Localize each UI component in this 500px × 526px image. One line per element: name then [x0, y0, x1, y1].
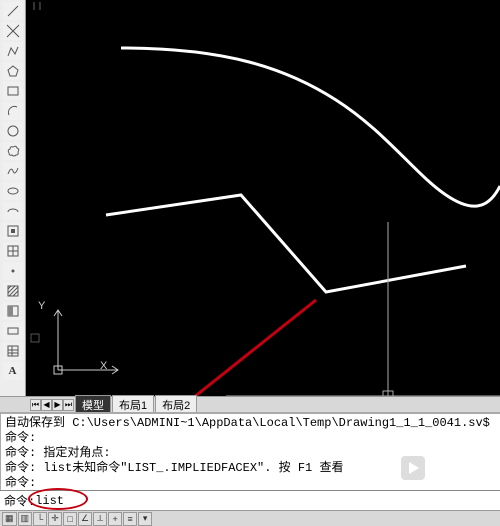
gradient-icon[interactable]	[3, 302, 23, 320]
model-canvas[interactable]: X Y	[26, 0, 500, 396]
tab-last-icon[interactable]: ⏭	[63, 399, 74, 411]
annotation-arrow	[90, 300, 316, 396]
ellipse-arc-icon[interactable]	[3, 202, 23, 220]
status-snap[interactable]: ▦	[2, 512, 17, 526]
construction-line-icon[interactable]	[3, 22, 23, 40]
polyline-1[interactable]	[106, 195, 466, 292]
command-history: 自动保存到 C:\Users\ADMINI~1\AppData\Local\Te…	[0, 412, 500, 490]
status-bar: ▦ ▥ └ ✛ □ ∠ ⟂ + ≡ ▾	[0, 510, 500, 526]
spline-curve-1[interactable]	[121, 48, 500, 206]
status-dyn[interactable]: +	[108, 512, 122, 526]
status-otrack[interactable]: ∠	[78, 512, 92, 526]
cmd-history-line: 自动保存到 C:\Users\ADMINI~1\AppData\Local\Te…	[5, 416, 496, 431]
polygon-icon[interactable]	[3, 62, 23, 80]
status-ducs[interactable]: ⟂	[93, 512, 107, 526]
region-icon[interactable]	[3, 322, 23, 340]
status-polar[interactable]: ✛	[48, 512, 62, 526]
command-prompt: 命令:	[4, 492, 35, 509]
drawing-area: A	[0, 0, 500, 396]
cmd-history-line: 命令:	[5, 431, 496, 446]
status-ortho[interactable]: └	[33, 512, 47, 526]
polyline-icon[interactable]	[3, 42, 23, 60]
text-icon[interactable]: A	[3, 362, 23, 380]
tab-first-icon[interactable]: ⏮	[30, 399, 41, 411]
cmd-history-line: 命令:	[5, 476, 496, 490]
cmd-history-line: 命令: list未知命令"LIST_.IMPLIEDFACEX". 按 F1 查…	[5, 461, 496, 476]
crosshair-cursor	[226, 222, 500, 396]
cmd-history-line: 命令: 指定对角点:	[5, 446, 496, 461]
status-grid[interactable]: ▥	[18, 512, 33, 526]
tab-prev-icon[interactable]: ◀	[41, 399, 52, 411]
rectangle-icon[interactable]	[3, 82, 23, 100]
tab-next-icon[interactable]: ▶	[52, 399, 63, 411]
ucs-y-label: Y	[38, 300, 45, 312]
ucs-x-label: X	[100, 360, 107, 372]
hatch-icon[interactable]	[3, 282, 23, 300]
ucs-icon	[54, 310, 118, 374]
draw-toolbar: A	[0, 0, 26, 396]
arc-icon[interactable]	[3, 102, 23, 120]
circle-icon[interactable]	[3, 122, 23, 140]
line-icon[interactable]	[3, 2, 23, 20]
revcloud-icon[interactable]	[3, 142, 23, 160]
status-lwt[interactable]: ≡	[123, 512, 137, 526]
layout-tabs: ⏮ ◀ ▶ ⏭ 模型 布局1 布局2	[0, 396, 500, 412]
spline-icon[interactable]	[3, 162, 23, 180]
command-typed-text: list	[35, 494, 64, 508]
ellipse-icon[interactable]	[3, 182, 23, 200]
status-osnap[interactable]: □	[63, 512, 77, 526]
insert-block-icon[interactable]	[3, 222, 23, 240]
command-input[interactable]: 命令: list	[0, 490, 500, 510]
make-block-icon[interactable]	[3, 242, 23, 260]
table-icon[interactable]	[3, 342, 23, 360]
status-more[interactable]: ▾	[138, 512, 152, 526]
point-icon[interactable]	[3, 262, 23, 280]
